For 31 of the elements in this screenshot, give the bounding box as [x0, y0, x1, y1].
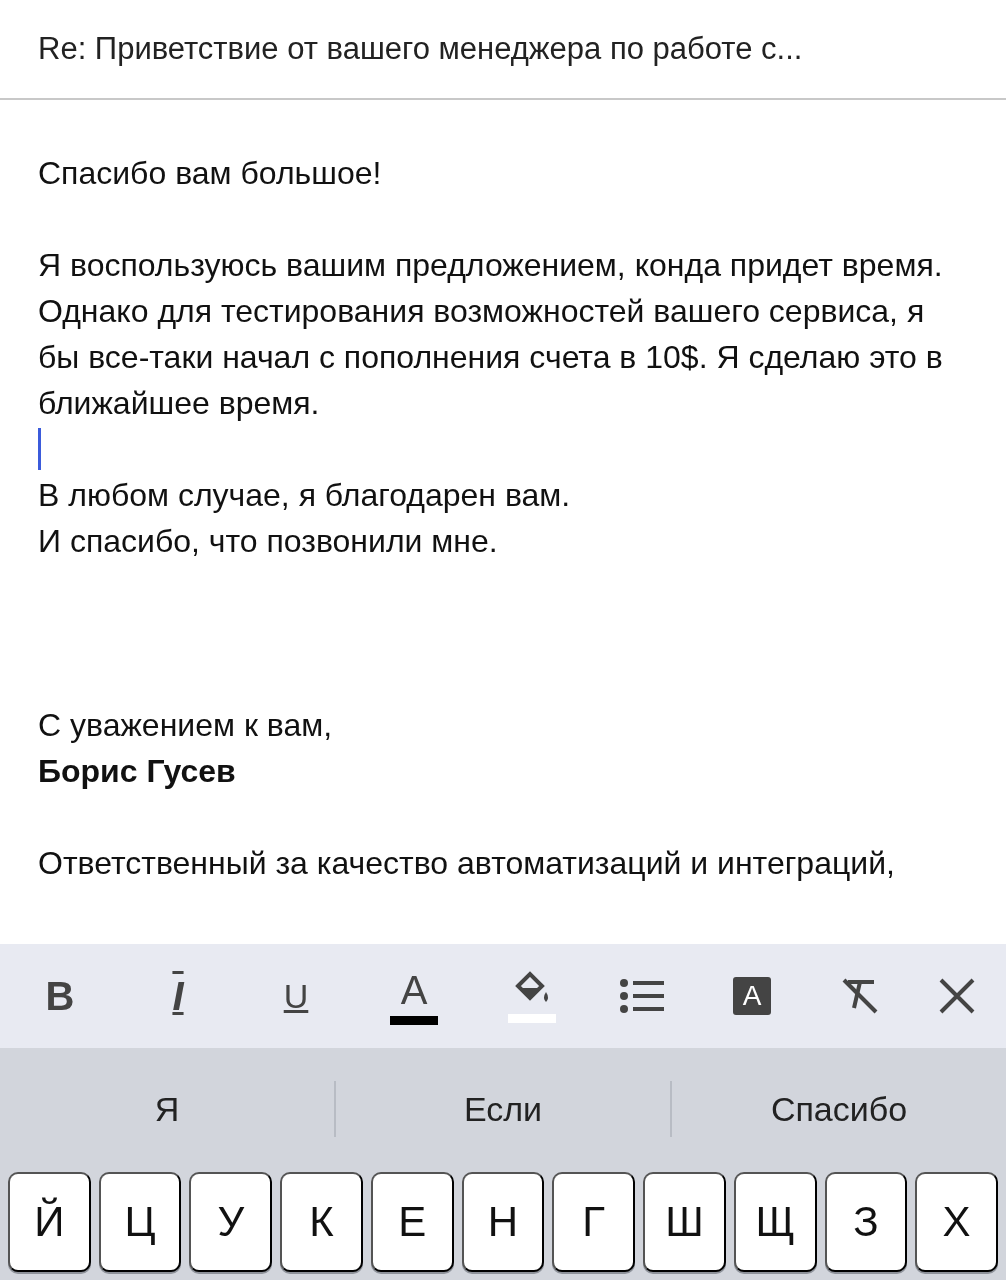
text-cursor: [38, 428, 41, 470]
close-icon[interactable]: [938, 977, 976, 1015]
keyboard-key[interactable]: Ш: [643, 1172, 726, 1272]
text-color-button[interactable]: A: [384, 961, 444, 1031]
keyboard-key[interactable]: Ц: [98, 1172, 182, 1272]
word-suggestion[interactable]: Я: [0, 1089, 334, 1129]
underline-button[interactable]: U: [266, 961, 326, 1031]
italic-button[interactable]: I: [148, 961, 208, 1031]
email-subject: Re: Приветствие от вашего менеджера по работе с...: [38, 31, 803, 67]
keyboard-key[interactable]: Щ: [733, 1172, 817, 1272]
body-text: Ответственный за качество автоматизаций и интеграций,: [38, 844, 896, 883]
keyboard-key[interactable]: Х: [915, 1172, 998, 1272]
keyboard-key[interactable]: Г: [552, 1172, 636, 1272]
body-text: И спасибо, что позвонили мне.: [38, 522, 499, 561]
keyboard-key[interactable]: Е: [370, 1172, 454, 1272]
bold-button[interactable]: B: [30, 961, 90, 1031]
bullet-list-icon[interactable]: [620, 978, 664, 1014]
body-text: Спасибо вам большое!: [38, 154, 383, 193]
keyboard-key[interactable]: У: [189, 1172, 273, 1272]
body-text: С уважением к вам,: [38, 706, 334, 745]
keyboard-key[interactable]: Н: [461, 1172, 545, 1272]
signature-name: Борис Гусев: [38, 752, 237, 791]
body-text: Я воспользуюсь вашим предложением, конда придет время. Однако для тестирования возможностей вашего сервиса, я бы все-таки начал с пополнения счета в 10$. Я сделаю это в ближайшее время.: [38, 246, 944, 423]
body-text: В любом случае, я благодарен вам.: [38, 476, 572, 515]
word-suggestion[interactable]: Спасибо: [672, 1089, 1006, 1129]
keyboard-key[interactable]: Й: [8, 1172, 91, 1272]
keyboard-key[interactable]: З: [824, 1172, 908, 1272]
keyboard-key[interactable]: К: [280, 1172, 363, 1272]
clear-formatting-icon[interactable]: [840, 976, 880, 1016]
style-button[interactable]: A: [722, 961, 782, 1031]
word-suggestion[interactable]: Если: [336, 1089, 670, 1129]
